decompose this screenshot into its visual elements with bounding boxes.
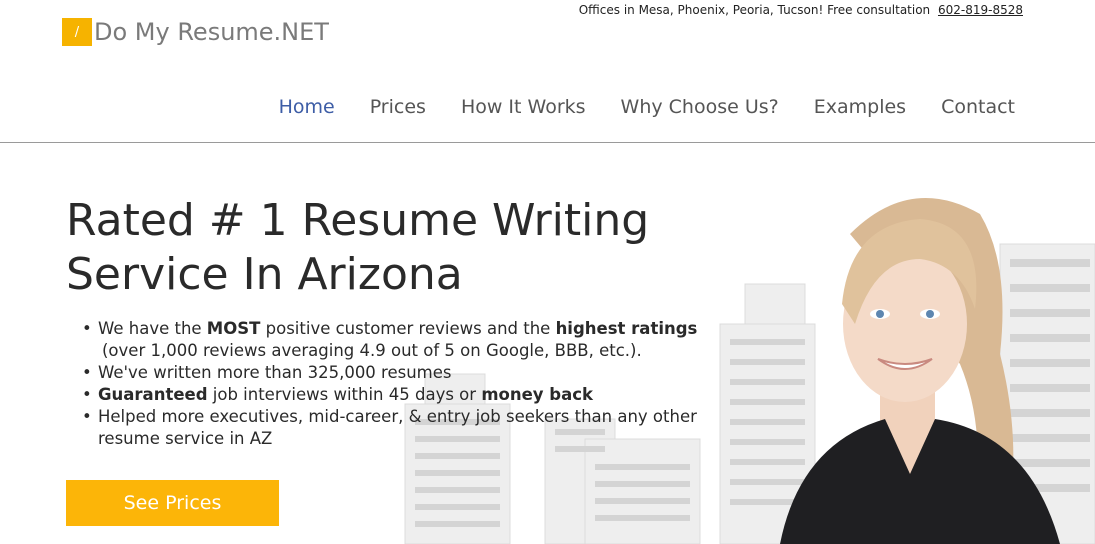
nav-contact[interactable]: Contact: [941, 96, 1015, 118]
logo-text: Do My Resume.NET: [94, 18, 329, 46]
hero-benefits-list: We have the MOST positive customer revie…: [82, 318, 702, 450]
logo-glyph: /: [74, 24, 80, 40]
benefit-resumes-written: We've written more than 325,000 resumes: [82, 362, 702, 384]
benefit-job-seekers: Helped more executives, mid-career, & en…: [82, 406, 702, 450]
benefit-text: We have the: [98, 319, 207, 338]
benefit-text: We've written more than 325,000 resumes: [98, 363, 452, 382]
hero-person-photo: [780, 198, 1060, 544]
headline-line-1: Rated # 1 Resume Writing: [66, 195, 650, 246]
nav-why-choose-us[interactable]: Why Choose Us?: [621, 96, 779, 118]
benefit-subtext: (over 1,000 reviews averaging 4.9 out of…: [102, 341, 642, 360]
nav-prices[interactable]: Prices: [370, 96, 426, 118]
topbar-text: Offices in Mesa, Phoenix, Peoria, Tucson…: [578, 3, 931, 17]
benefit-text: Helped more executives, mid-career, & en…: [98, 407, 697, 448]
hero-headline: Rated # 1 Resume Writing Service In Ariz…: [66, 194, 686, 302]
benefit-text: positive customer reviews and the: [260, 319, 556, 338]
site-header: / Do My Resume.NET Offices in Mesa, Phoe…: [0, 0, 1095, 143]
see-prices-button[interactable]: See Prices: [66, 480, 279, 526]
benefit-bold: money back: [481, 385, 593, 404]
benefit-bold: MOST: [206, 319, 261, 338]
phone-link[interactable]: 602-819-8528: [938, 3, 1023, 17]
benefit-reviews: We have the MOST positive customer revie…: [82, 318, 702, 362]
nav-home[interactable]: Home: [279, 96, 335, 118]
topbar-info: Offices in Mesa, Phoenix, Peoria, Tucson…: [579, 3, 1023, 17]
logo-mark: /: [62, 18, 92, 46]
main-nav: Home Prices How It Works Why Choose Us? …: [244, 96, 1015, 118]
logo[interactable]: / Do My Resume.NET: [62, 18, 329, 46]
benefit-bold: Guaranteed: [98, 385, 208, 404]
nav-examples[interactable]: Examples: [814, 96, 906, 118]
benefit-text: job interviews within 45 days or: [207, 385, 482, 404]
nav-how-it-works[interactable]: How It Works: [461, 96, 586, 118]
benefit-guarantee: Guaranteed job interviews within 45 days…: [82, 384, 702, 406]
benefit-bold: highest ratings: [555, 319, 698, 338]
headline-line-2: Service In Arizona: [66, 249, 463, 300]
hero-section: Rated # 1 Resume Writing Service In Ariz…: [0, 144, 1095, 544]
